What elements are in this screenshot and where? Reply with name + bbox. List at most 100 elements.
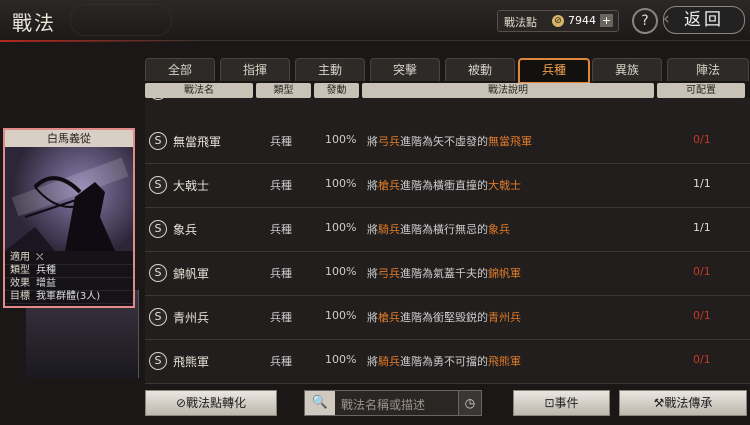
slot-count: 0/1 [693,353,711,366]
tactic-description: 將騎兵進階為勇不可擋的飛熊軍 [367,353,521,369]
description-text: 進階為橫行無忌的 [400,223,488,236]
table-row[interactable]: S 象兵 兵種 100% 將騎兵進階為橫行無忌的象兵 1/1 [145,208,750,252]
slot-count: 1/1 [693,177,711,190]
tactic-type: 兵種 [270,311,292,324]
info-target: 目標 我軍群體(3人) [5,291,133,304]
rank-s-icon: S [149,264,167,282]
tactic-name: 錦帆軍 [173,267,210,281]
trigger-rate: 100% [325,177,357,190]
tactic-type: 兵種 [270,267,292,280]
search-input[interactable]: 戰法名稱或描述 [341,396,425,413]
rank-s-icon: S [149,132,167,150]
tactic-points: 戰法點 ⊘ 7944 + [497,10,619,32]
description-text: 進階為勇不可擋的 [400,355,488,368]
highlight-text: 騎兵 [378,355,400,368]
back-arrow-icon: ‹ [663,9,673,29]
highlight-text: 弓兵 [378,267,400,280]
tab-all[interactable]: 全部 [145,58,215,81]
highlight-text: 飛熊軍 [488,355,521,368]
tactic-description: 將槍兵進階為橫衝直撞的大戟士 [367,177,521,193]
tactic-description: 將弓兵進階為氣蓋千夫的錦帆軍 [367,265,521,281]
slot-count: 1/1 [693,221,711,234]
back-label: 返回 [684,10,724,30]
tab-passive[interactable]: 被動 [445,58,515,81]
table-row[interactable]: S 飛熊軍 兵種 100% 將騎兵進階為勇不可擋的飛熊軍 0/1 [145,340,750,384]
tactic-description: 將弓兵進階為矢不虛發的無當飛軍 [367,133,532,149]
search-box[interactable]: 🔍 戰法名稱或描述 ◷ [304,390,482,416]
tab-command[interactable]: 指揮 [220,58,290,81]
events-button[interactable]: ⊡事件 [513,390,610,416]
tactic-name: 無當飛軍 [173,135,222,149]
description-text: 將 [367,179,378,192]
description-text: 進階為橫衝直撞的 [400,179,488,192]
description-text: 將 [367,267,378,280]
highlight-text: 弓兵 [378,135,400,148]
table-row[interactable]: S 青州兵 兵種 100% 將槍兵進階為銜堅毀鋭的青州兵 0/1 [145,296,750,340]
highlight-text: 錦帆軍 [488,267,521,280]
points-label: 戰法點 [504,16,537,29]
coin-icon: ⊘ [552,15,564,27]
points-value: 7944 [568,14,596,27]
tab-foreign[interactable]: 異族 [592,58,662,81]
highlight-text: 無當飛軍 [488,135,532,148]
col-header-name[interactable]: 戰法名 [145,83,253,98]
category-tabs: 全部 指揮 主動 突擊 被動 兵種 異族 陣法 [145,58,750,84]
selected-tactic-card[interactable]: 白馬義從 適用 ⛌ 類型 兵種 效果 增益 目標 我軍群體(3人) [3,128,135,308]
col-header-slots[interactable]: 可配置 [657,83,745,98]
tab-active[interactable]: 主動 [295,58,365,81]
tab-assault[interactable]: 突擊 [370,58,440,81]
highlight-text: 象兵 [488,223,510,236]
highlight-text: 槍兵 [378,311,400,324]
convert-points-button[interactable]: ⊘戰法點轉化 [145,390,277,416]
decor-swirl [70,4,172,36]
tactics-list: S白眊兵兵種100%將槍兵進階為攻無不破的白眊兵1/1S無當飛軍兵種100%將弓… [145,98,750,386]
description-text: 將 [367,135,378,148]
highlight-text: 騎兵 [378,223,400,236]
tactic-name: 飛熊軍 [173,355,210,369]
trigger-rate: 100% [325,221,357,234]
tactic-description: 將槍兵進階為銜堅毀鋭的青州兵 [367,309,521,325]
table-row[interactable]: S 無當飛軍 兵種 100% 將弓兵進階為矢不虛發的無當飛軍 0/1 [145,120,750,164]
description-text: 進階為矢不虛發的 [400,135,488,148]
highlight-text: 青州兵 [488,311,521,324]
rank-s-icon: S [149,308,167,326]
slot-count: 0/1 [693,133,711,146]
card-artwork [5,147,133,251]
help-button[interactable]: ? [632,8,658,34]
description-text: 將 [367,223,378,236]
tab-formation[interactable]: 陣法 [667,58,749,81]
top-bar: 戰法 戰法點 ⊘ 7944 + ? ‹ 返回 [0,0,750,41]
tactic-type: 兵種 [270,179,292,192]
card-title: 白馬義從 [5,130,133,147]
col-header-type[interactable]: 類型 [256,83,311,98]
info-effect: 效果 增益 [5,278,133,291]
trigger-rate: 100% [325,265,357,278]
rank-s-icon: S [149,220,167,238]
inherit-tactic-button[interactable]: ⚒戰法傳承 [619,390,747,416]
highlight-text: 槍兵 [378,179,400,192]
info-applicable: 適用 ⛌ [5,252,133,265]
tactic-description: 將騎兵進階為橫行無忌的象兵 [367,221,510,237]
card-info: 適用 ⛌ 類型 兵種 效果 增益 目標 我軍群體(3人) [5,252,133,304]
tactic-name: 青州兵 [173,311,210,325]
slot-count: 0/1 [693,265,711,278]
col-header-trigger[interactable]: 發動 [314,83,359,98]
description-text: 將 [367,355,378,368]
description-text: 將 [367,311,378,324]
trigger-rate: 100% [325,353,357,366]
title-underline [0,40,200,42]
table-row[interactable]: S 錦帆軍 兵種 100% 將弓兵進階為氣蓋千夫的錦帆軍 0/1 [145,252,750,296]
search-icon[interactable]: 🔍 [305,391,335,415]
trigger-rate: 100% [325,133,357,146]
add-points-button[interactable]: + [600,14,613,27]
rank-s-icon: S [149,352,167,370]
back-button[interactable]: ‹ 返回 [663,6,745,34]
tactic-type: 兵種 [270,223,292,236]
tactic-type: 兵種 [270,355,292,368]
table-row[interactable]: S白眊兵兵種100%將槍兵進階為攻無不破的白眊兵1/1 [145,98,750,121]
tab-troop-type[interactable]: 兵種 [518,58,590,84]
clock-icon[interactable]: ◷ [458,391,481,415]
page-title: 戰法 [12,11,56,35]
col-header-description: 戰法說明 [362,83,654,98]
table-row[interactable]: S 大戟士 兵種 100% 將槍兵進階為橫衝直撞的大戟士 1/1 [145,164,750,208]
